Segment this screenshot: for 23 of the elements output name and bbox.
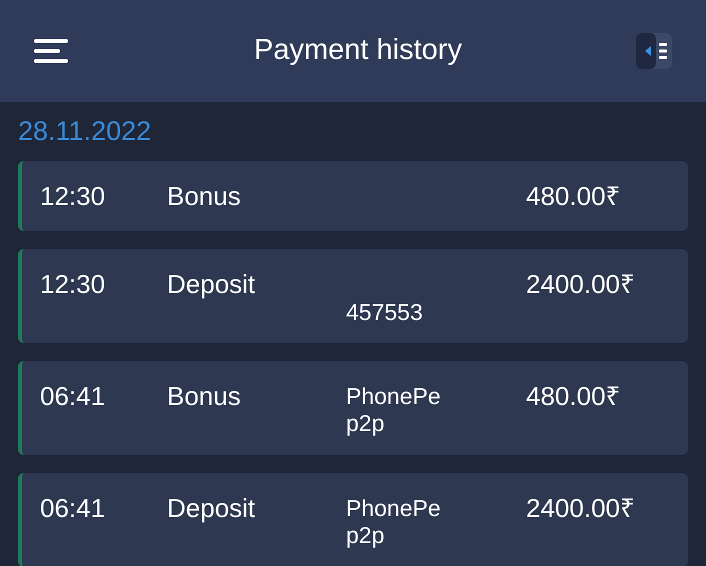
transaction-amount: 480.00₹ [526,381,621,413]
payment-method: PhonePe p2p [346,382,442,437]
date-heading: 28.11.2022 [18,118,152,145]
transaction-amount: 2400.00₹ [526,269,635,301]
transaction-time: 06:41 [40,493,106,525]
transaction-time: 06:41 [40,381,106,413]
transaction-time: 12:30 [40,181,106,213]
transaction-type: Bonus [167,181,242,213]
panel-toggle-icon[interactable] [636,33,672,69]
menu-icon[interactable] [34,39,68,63]
transaction-card[interactable]: 12:30 Bonus 480.00₹ [18,161,688,231]
transaction-type: Bonus [167,381,242,413]
transaction-time: 12:30 [40,269,106,301]
transaction-card[interactable]: 06:41 Deposit PhonePe p2p 2400.00₹ [18,473,688,566]
payment-method: PhonePe p2p [346,494,442,549]
transaction-amount: 2400.00₹ [526,493,635,525]
page-title: Payment history [253,33,462,68]
transaction-card[interactable]: 06:41 Bonus PhonePe p2p 480.00₹ [18,361,688,455]
transaction-type: Deposit [167,493,256,525]
transaction-card[interactable]: 12:30 Deposit 457553 2400.00₹ [18,249,688,343]
transaction-amount: 480.00₹ [526,181,621,213]
transaction-type: Deposit [167,269,256,301]
transaction-reference: 457553 [346,299,424,326]
